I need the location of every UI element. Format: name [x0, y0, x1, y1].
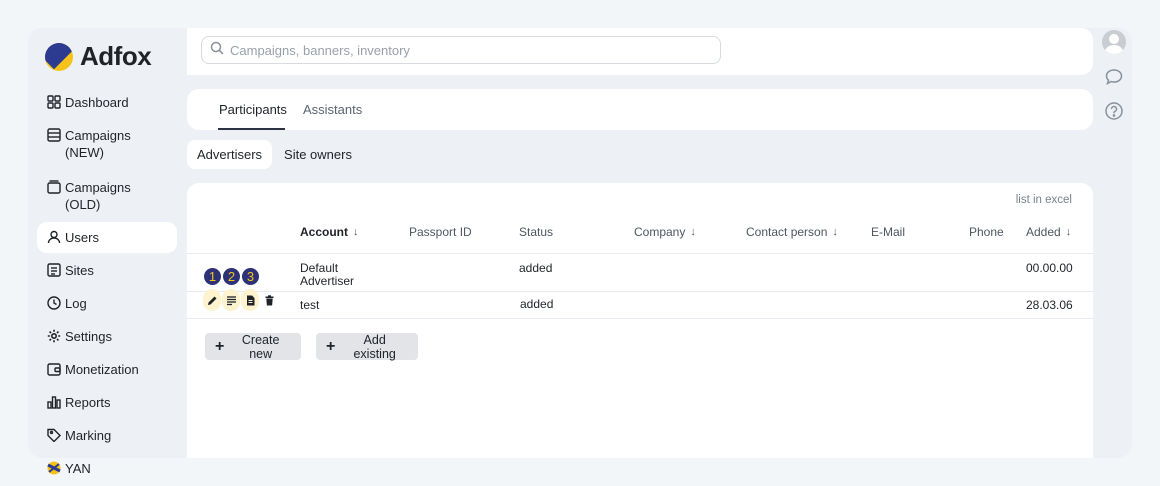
sidebar-item-monetization[interactable]: Monetization — [37, 354, 177, 385]
grid-icon — [47, 95, 61, 109]
sidebar-item-label: Users — [65, 230, 99, 245]
column-header-label: Status — [519, 225, 554, 239]
subtabs: Advertisers Site owners — [187, 140, 362, 169]
header-divider — [187, 253, 1093, 254]
wallet-icon — [47, 362, 61, 376]
cell-added: 28.03.06 — [1026, 298, 1073, 312]
sidebar-item-label: YAN — [65, 461, 91, 476]
button-label: Create new — [241, 332, 280, 361]
sidebar-item-label: Campaigns (OLD) — [65, 180, 131, 212]
button-label: Add existing — [353, 332, 396, 361]
badge-number: 1 — [204, 268, 221, 285]
subtab-advertisers[interactable]: Advertisers — [187, 140, 273, 169]
sidebar-item-settings[interactable]: Settings — [37, 321, 177, 352]
row-actions — [203, 289, 278, 311]
active-tab-indicator — [218, 128, 285, 130]
help-icon[interactable] — [1104, 101, 1124, 121]
tab-assistants[interactable]: Assistants — [303, 102, 362, 117]
row-divider — [187, 291, 1093, 292]
pencil-icon[interactable] — [203, 289, 221, 311]
cell-account: Default Advertiser — [300, 261, 355, 288]
sidebar-item-label: Campaigns (NEW) — [65, 128, 131, 160]
search-icon — [210, 41, 224, 60]
tag-icon — [47, 428, 61, 442]
cell-added: 00.00.00 — [1026, 261, 1073, 275]
adfox-logo-icon — [45, 42, 73, 71]
sidebar-item-label: Sites — [65, 263, 94, 278]
sidebar-item-label: Monetization — [65, 362, 139, 377]
column-header-added[interactable]: Added ↓ — [1026, 225, 1071, 239]
chat-icon[interactable] — [1104, 67, 1124, 87]
column-header-label: E-Mail — [871, 225, 906, 239]
trash-icon[interactable] — [260, 289, 278, 311]
sidebar-item-marking[interactable]: Marking — [37, 420, 177, 451]
search-bar-card — [187, 28, 1093, 75]
column-header-company[interactable]: Company ↓ — [634, 225, 696, 239]
sort-arrow-icon: ↓ — [690, 226, 696, 238]
column-header-label: Account — [300, 225, 348, 239]
create-new-button[interactable]: + Create new — [205, 332, 301, 361]
column-header-label: Contact person — [746, 225, 828, 239]
sidebar-item-label: Log — [65, 296, 87, 311]
document-icon[interactable] — [241, 289, 259, 311]
avatar[interactable] — [1102, 30, 1126, 54]
subtab-site-owners[interactable]: Site owners — [274, 140, 362, 169]
sort-arrow-icon: ↓ — [353, 226, 359, 238]
plus-icon: + — [215, 337, 225, 355]
sidebar-item-log[interactable]: Log — [37, 288, 177, 319]
cell-status: added — [519, 261, 553, 275]
column-header-contact-person[interactable]: Contact person ↓ — [746, 225, 838, 239]
sidebar-item-label: Settings — [65, 329, 112, 344]
column-header-label: Company — [634, 225, 686, 239]
search-box[interactable] — [201, 36, 721, 64]
user-icon — [47, 230, 61, 244]
sidebar-item-label: Marking — [65, 428, 112, 443]
column-header-label: Phone — [969, 225, 1004, 239]
annotation-badges: 1 2 3 — [204, 268, 259, 285]
gear-icon — [47, 329, 61, 343]
badge-number: 2 — [223, 268, 240, 285]
column-header-label: Added — [1026, 225, 1061, 239]
cell-status: added — [520, 297, 554, 311]
column-header-phone: Phone — [969, 225, 1004, 239]
column-header-passport-id: Passport ID — [409, 225, 472, 239]
sidebar-item-users[interactable]: Users — [37, 222, 177, 253]
sort-arrow-icon: ↓ — [832, 226, 838, 238]
tab-participants[interactable]: Participants — [219, 102, 287, 117]
sidebar-item-campaigns-new[interactable]: Campaigns (NEW) — [37, 120, 177, 170]
participants-tabs-card: Participants Assistants — [187, 89, 1093, 130]
brand-name: Adfox — [80, 41, 152, 71]
sidebar-item-sites[interactable]: Sites — [37, 255, 177, 286]
sidebar-item-campaigns-old[interactable]: Campaigns (OLD) — [37, 172, 177, 220]
brand-logo[interactable]: Adfox — [45, 41, 152, 72]
plus-icon: + — [326, 337, 336, 355]
column-header-email: E-Mail — [871, 225, 905, 239]
clock-icon — [47, 296, 61, 310]
row-divider — [187, 318, 1093, 319]
export-excel-link[interactable]: list in excel — [1016, 194, 1072, 206]
sidebar-item-label: Dashboard — [65, 95, 129, 110]
column-header-account[interactable]: Account ↓ — [300, 225, 359, 239]
bar-chart-icon — [47, 395, 61, 409]
sidebar-item-reports[interactable]: Reports — [37, 387, 177, 418]
column-header-status: Status — [519, 225, 553, 239]
sites-icon — [47, 263, 61, 277]
folder-box-icon — [47, 180, 61, 194]
sidebar-nav: Dashboard Campaigns (NEW) Campaigns (OLD… — [37, 87, 177, 486]
sort-arrow-icon: ↓ — [1065, 226, 1072, 238]
sidebar-item-dashboard[interactable]: Dashboard — [37, 87, 177, 118]
advertisers-table-card: list in excel Account ↓ Passport ID Statu… — [187, 183, 1093, 458]
cell-account: test — [300, 298, 320, 312]
lines-icon[interactable] — [222, 289, 240, 311]
sidebar-item-yan[interactable]: YAN — [37, 453, 177, 484]
badge-number: 3 — [242, 268, 259, 285]
list-box-icon — [47, 128, 61, 142]
add-existing-button[interactable]: + Add existing — [316, 332, 418, 361]
yan-icon — [47, 461, 61, 475]
sidebar-item-label: Reports — [65, 395, 111, 410]
column-header-label: Passport ID — [409, 225, 472, 239]
search-input[interactable] — [230, 42, 720, 58]
